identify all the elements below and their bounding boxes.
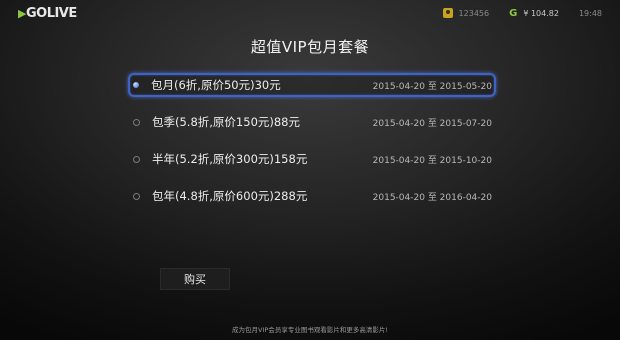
radio-icon [133,118,140,126]
coin-icon: G [509,7,518,19]
plan-name: 包年(4.8折,原价600元)288元 [152,189,308,203]
logo-text: GOLIVE [25,6,77,21]
radio-icon [133,192,140,200]
page-title: 超值VIP包月套餐 [250,38,370,56]
plan-name: 半年(5.2折,原价300元)158元 [152,152,308,166]
plan-dates: 2015-04-20 至 2015-05-20 [372,81,492,92]
vip-purchase-screen: ▶GOLIVE 123456 G ¥ 104.82 19:48 超值VIP包月套… [0,0,620,340]
plan-name: 包月(6折,原价50元)30元 [151,78,281,92]
logo-mark-icon: ▶ [18,7,26,20]
plan-dates: 2015-04-20 至 2015-10-20 [372,155,492,166]
username: 123456 [458,8,490,18]
plan-option-yearly[interactable]: 包年(4.8折,原价600元)288元 2015-04-20 至 2016-04… [128,184,496,208]
plan-option-monthly[interactable]: 包月(6折,原价50元)30元 2015-04-20 至 2015-05-20 [128,73,496,97]
plan-dates: 2015-04-20 至 2016-04-20 [372,192,492,203]
radio-icon [133,155,140,163]
user-icon [442,8,453,18]
radio-selected-icon [133,82,139,88]
golive-logo: ▶GOLIVE [18,6,77,21]
plan-option-half-year[interactable]: 半年(5.2折,原价300元)158元 2015-04-20 至 2015-10… [128,147,496,171]
plan-option-quarterly[interactable]: 包季(5.8折,原价150元)88元 2015-04-20 至 2015-07-… [128,110,496,134]
footer-note: 成为包月VIP会员享专业图书观看影片和更多高清影片! [232,326,388,334]
balance: ¥ 104.82 [523,8,559,18]
plan-name: 包季(5.8折,原价150元)88元 [152,115,300,129]
status-bar: 123456 G ¥ 104.82 19:48 [442,6,602,20]
buy-button[interactable]: 购买 [160,268,230,290]
plan-dates: 2015-04-20 至 2015-07-20 [372,118,492,129]
plan-list: 包月(6折,原价50元)30元 2015-04-20 至 2015-05-20 … [128,73,496,221]
clock: 19:48 [578,8,602,18]
